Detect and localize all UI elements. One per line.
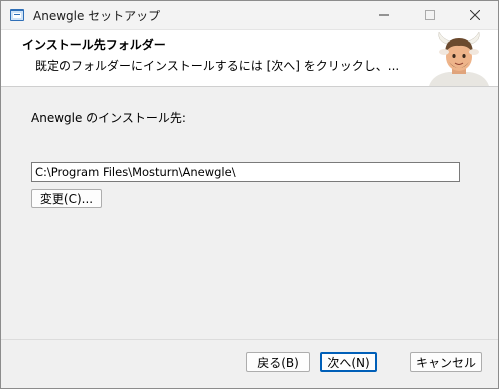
header-banner: インストール先フォルダー 既定のフォルダーにインストールするには [次へ] をク… bbox=[1, 30, 498, 87]
setup-window: Anewgle セットアップ インストール先フォルダー 既定のフォルダーにインス… bbox=[0, 0, 499, 389]
change-button[interactable]: 変更(C)... bbox=[31, 189, 102, 208]
back-button[interactable]: 戻る(B) bbox=[246, 352, 310, 372]
close-icon bbox=[470, 10, 480, 20]
title-bar: Anewgle セットアップ bbox=[1, 1, 498, 30]
maximize-button[interactable] bbox=[407, 1, 453, 29]
installer-icon bbox=[10, 9, 24, 21]
maximize-icon bbox=[425, 10, 435, 20]
next-button[interactable]: 次へ(N) bbox=[320, 352, 377, 372]
footer-divider bbox=[1, 339, 498, 340]
minimize-icon bbox=[379, 14, 389, 16]
close-button[interactable] bbox=[452, 1, 498, 29]
banner-title: インストール先フォルダー bbox=[22, 38, 166, 52]
minimize-button[interactable] bbox=[361, 1, 407, 29]
mascot-image bbox=[429, 31, 489, 86]
window-title: Anewgle セットアップ bbox=[33, 9, 161, 23]
cancel-button[interactable]: キャンセル bbox=[410, 352, 482, 372]
install-path-field[interactable] bbox=[31, 162, 460, 182]
banner-description: 既定のフォルダーにインストールするには [次へ] をクリックし、... bbox=[35, 59, 400, 73]
install-location-label: Anewgle のインストール先: bbox=[31, 111, 186, 125]
